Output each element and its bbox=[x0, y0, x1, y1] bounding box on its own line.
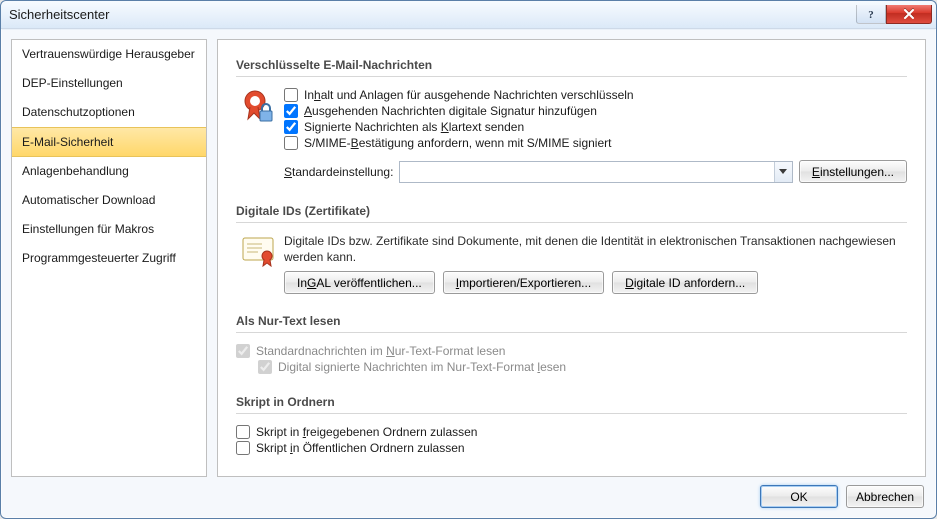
nav-item-dep-settings[interactable]: DEP-Einstellungen bbox=[12, 69, 206, 98]
encrypt-mail-icon bbox=[242, 89, 274, 125]
combo-dropdown-button[interactable] bbox=[774, 162, 792, 182]
checkbox-smime-receipt[interactable] bbox=[284, 136, 298, 150]
checkbox-script-public[interactable] bbox=[236, 441, 250, 455]
section-header-encrypted: Verschlüsselte E-Mail-Nachrichten bbox=[236, 52, 907, 77]
content-pane: Verschlüsselte E-Mail-Nachrichten Inhalt… bbox=[217, 39, 926, 477]
label-read-standard-plaintext: Standardnachrichten im Nur-Text-Format l… bbox=[256, 344, 505, 358]
section-read-plaintext: Als Nur-Text lesen Standardnachrichten i… bbox=[236, 308, 907, 375]
checkbox-encrypt-outgoing[interactable] bbox=[284, 88, 298, 102]
nav-item-email-security[interactable]: E-Mail-Sicherheit bbox=[12, 127, 206, 157]
chevron-down-icon bbox=[779, 169, 787, 175]
nav-item-trusted-publishers[interactable]: Vertrauenswürdige Herausgeber bbox=[12, 40, 206, 69]
section-header-script: Skript in Ordnern bbox=[236, 389, 907, 414]
combo-default-setting[interactable] bbox=[399, 161, 792, 183]
request-digital-id-button[interactable]: Digitale ID anfordern... bbox=[612, 271, 758, 294]
section-encrypted-email: Verschlüsselte E-Mail-Nachrichten Inhalt… bbox=[236, 52, 907, 184]
option-smime-receipt: S/MIME-Bestätigung anfordern, wenn mit S… bbox=[284, 135, 907, 151]
label-default-setting: Standardeinstellung: bbox=[284, 165, 393, 179]
window-title: Sicherheitscenter bbox=[9, 7, 856, 22]
settings-button[interactable]: Einstellungen... bbox=[799, 160, 907, 183]
svg-text:?: ? bbox=[868, 9, 874, 20]
digital-ids-button-row: In GAL veröffentlichen... Importieren/Ex… bbox=[284, 271, 907, 294]
certificate-icon bbox=[242, 235, 274, 267]
main-row: Vertrauenswürdige Herausgeber DEP-Einste… bbox=[11, 39, 926, 477]
import-export-button[interactable]: Importieren/Exportieren... bbox=[443, 271, 604, 294]
checkbox-sign-outgoing[interactable] bbox=[284, 104, 298, 118]
ok-button[interactable]: OK bbox=[760, 485, 838, 508]
section-script-folders: Skript in Ordnern Skript in freigegebene… bbox=[236, 389, 907, 456]
help-button[interactable]: ? bbox=[856, 5, 886, 24]
option-script-public: Skript in Öffentlichen Ordnern zulassen bbox=[236, 440, 907, 456]
row-default-setting: Standardeinstellung: Einstellungen... bbox=[284, 159, 907, 184]
label-script-public: Skript in Öffentlichen Ordnern zulassen bbox=[256, 441, 465, 455]
titlebar-buttons: ? bbox=[856, 6, 934, 24]
option-script-shared: Skript in freigegebenen Ordnern zulassen bbox=[236, 424, 907, 440]
digital-ids-description: Digitale IDs bzw. Zertifikate sind Dokum… bbox=[284, 233, 907, 265]
checkbox-script-shared[interactable] bbox=[236, 425, 250, 439]
section-header-digital-ids: Digitale IDs (Zertifikate) bbox=[236, 198, 907, 223]
close-button[interactable] bbox=[886, 5, 932, 24]
label-read-signed-plaintext: Digital signierte Nachrichten im Nur-Tex… bbox=[278, 360, 566, 374]
option-read-signed-plaintext: Digital signierte Nachrichten im Nur-Tex… bbox=[258, 359, 907, 375]
publish-gal-button[interactable]: In GAL veröffentlichen... bbox=[284, 271, 435, 294]
label-signed-cleartext: Signierte Nachrichten als Klartext sende… bbox=[304, 120, 524, 134]
checkbox-signed-cleartext[interactable] bbox=[284, 120, 298, 134]
nav-item-attachment-handling[interactable]: Anlagenbehandlung bbox=[12, 157, 206, 186]
label-encrypt-outgoing: Inhalt und Anlagen für ausgehende Nachri… bbox=[304, 88, 634, 102]
nav-item-privacy-options[interactable]: Datenschutzoptionen bbox=[12, 98, 206, 127]
label-sign-outgoing: Ausgehenden Nachrichten digitale Signatu… bbox=[304, 104, 597, 118]
option-read-standard-plaintext: Standardnachrichten im Nur-Text-Format l… bbox=[236, 343, 907, 359]
nav-pane: Vertrauenswürdige Herausgeber DEP-Einste… bbox=[11, 39, 207, 477]
close-icon bbox=[903, 9, 915, 19]
client-area: Vertrauenswürdige Herausgeber DEP-Einste… bbox=[1, 29, 936, 518]
option-sign-outgoing: Ausgehenden Nachrichten digitale Signatu… bbox=[284, 103, 907, 119]
label-smime-receipt: S/MIME-Bestätigung anfordern, wenn mit S… bbox=[304, 136, 611, 150]
help-icon: ? bbox=[865, 8, 877, 20]
checkbox-read-standard-plaintext bbox=[236, 344, 250, 358]
dialog-window: Sicherheitscenter ? Vertrauenswürdige He… bbox=[0, 0, 937, 519]
nav-item-auto-download[interactable]: Automatischer Download bbox=[12, 186, 206, 215]
nav-item-programmatic-access[interactable]: Programmgesteuerter Zugriff bbox=[12, 244, 206, 273]
checkbox-read-signed-plaintext bbox=[258, 360, 272, 374]
option-encrypt-outgoing: Inhalt und Anlagen für ausgehende Nachri… bbox=[284, 87, 907, 103]
nav-item-macro-settings[interactable]: Einstellungen für Makros bbox=[12, 215, 206, 244]
dialog-footer: OK Abbrechen bbox=[11, 477, 926, 508]
section-header-plaintext: Als Nur-Text lesen bbox=[236, 308, 907, 333]
label-script-shared: Skript in freigegebenen Ordnern zulassen bbox=[256, 425, 477, 439]
cancel-button[interactable]: Abbrechen bbox=[846, 485, 924, 508]
titlebar: Sicherheitscenter ? bbox=[1, 1, 936, 29]
option-signed-cleartext: Signierte Nachrichten als Klartext sende… bbox=[284, 119, 907, 135]
section-digital-ids: Digitale IDs (Zertifikate) Digitale IDs … bbox=[236, 198, 907, 294]
